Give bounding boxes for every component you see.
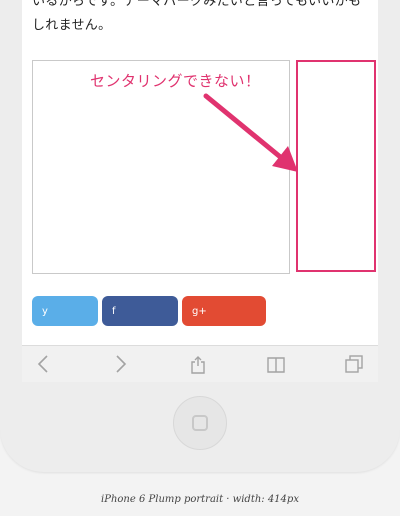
forward-icon[interactable] (110, 354, 130, 374)
twitter-icon: y (42, 305, 48, 317)
twitter-share-button[interactable]: y (32, 296, 98, 326)
back-icon[interactable] (34, 354, 54, 374)
home-button[interactable] (173, 396, 227, 450)
google-plus-share-button[interactable]: g+ (182, 296, 266, 326)
facebook-share-button[interactable]: f (102, 296, 178, 326)
safari-toolbar (22, 345, 378, 382)
bookmarks-icon[interactable] (266, 354, 286, 374)
facebook-icon: f (112, 305, 116, 317)
share-icon[interactable] (188, 354, 208, 374)
home-square-icon (192, 415, 208, 431)
annotation-arrow-icon (203, 93, 298, 172)
device-caption: iPhone 6 Plump portrait · width: 414px (101, 494, 299, 505)
phone-screen: いるからです。テーマパークみたいと言ってもいいかもしれません。 センタリングでき… (22, 0, 378, 345)
tabs-icon[interactable] (344, 354, 364, 374)
phone-mockup: いるからです。テーマパークみたいと言ってもいいかもしれません。 センタリングでき… (0, 0, 400, 472)
google-plus-icon: g+ (192, 305, 207, 317)
